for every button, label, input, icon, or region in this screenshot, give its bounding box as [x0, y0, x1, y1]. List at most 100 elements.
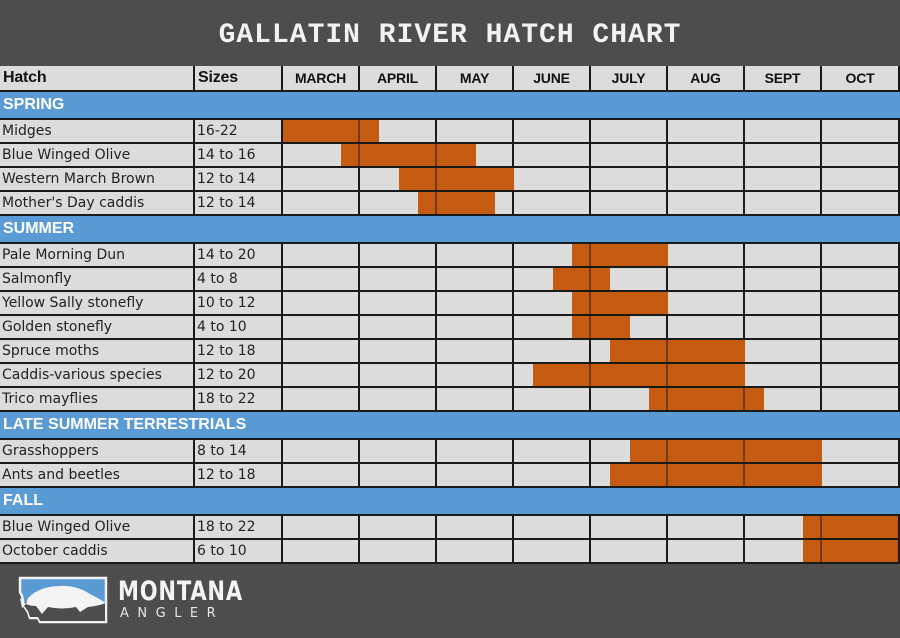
month-cell-oct [822, 168, 900, 192]
hatch-sizes-cell: 8 to 14 [195, 440, 283, 464]
month-cell-sept [745, 316, 822, 340]
month-cell-june [514, 464, 591, 488]
month-divider [589, 292, 591, 314]
month-cell-may [437, 120, 514, 144]
month-cell-march [283, 168, 360, 192]
hatch-row: Salmonfly 4 to 8 [0, 268, 900, 292]
month-divider [358, 120, 360, 142]
hatch-sizes: 4 to 8 [197, 271, 238, 287]
hatch-name: October caddis [2, 543, 108, 559]
hatch-sizes-cell: 4 to 8 [195, 268, 283, 292]
month-cell-april [360, 364, 437, 388]
month-cell-aug [668, 144, 745, 168]
month-divider [666, 364, 668, 386]
month-cell-oct [822, 316, 900, 340]
hatch-sizes-cell: 12 to 20 [195, 364, 283, 388]
hatch-period-bar [610, 464, 822, 486]
month-cell-oct [822, 244, 900, 268]
header-row: Hatch Sizes MARCH APRIL MAY JUNE JULY AUG SEPT OC… [0, 66, 900, 92]
month-cell-sept [745, 340, 822, 364]
month-cell-march [283, 192, 360, 216]
month-cell-april [360, 244, 437, 268]
month-cell-aug [668, 120, 745, 144]
column-header-sizes: Sizes [195, 66, 283, 92]
month-divider [820, 516, 822, 538]
month-cell-march [283, 316, 360, 340]
month-cell-aug [668, 292, 745, 316]
month-divider [666, 440, 668, 462]
logo-wordmark-montana: MONTANA [118, 576, 243, 607]
hatch-period-bar [571, 292, 668, 314]
hatch-name-cell: Salmonfly [0, 268, 195, 292]
month-divider [358, 144, 360, 166]
hatch-row: Mother's Day caddis 12 to 14 [0, 192, 900, 216]
month-cell-oct [822, 120, 900, 144]
month-cell-oct [822, 440, 900, 464]
month-cell-july [591, 540, 668, 564]
month-cell-oct [822, 340, 900, 364]
hatch-sizes-cell: 12 to 14 [195, 168, 283, 192]
hatch-row: Grasshoppers 8 to 14 [0, 440, 900, 464]
hatch-row: Blue Winged Olive 14 to 16 [0, 144, 900, 168]
montana-angler-logo: MONTANA ANGLER [18, 576, 242, 626]
month-divider [666, 464, 668, 486]
month-cell-aug [668, 516, 745, 540]
month-divider [743, 388, 745, 410]
month-cell-sept [745, 292, 822, 316]
hatch-sizes: 4 to 10 [197, 319, 247, 335]
month-cell-june [514, 144, 591, 168]
month-cell-april [360, 464, 437, 488]
month-cell-july [591, 144, 668, 168]
hatch-row: Ants and beetles 12 to 18 [0, 464, 900, 488]
hatch-sizes: 12 to 14 [197, 171, 256, 187]
month-cell-march [283, 292, 360, 316]
month-cell-june [514, 120, 591, 144]
hatch-sizes: 14 to 20 [197, 247, 256, 263]
month-cell-june [514, 340, 591, 364]
month-divider [589, 316, 591, 338]
month-cell-oct [822, 268, 900, 292]
column-header-label: APRIL [376, 70, 418, 86]
month-cell-april [360, 316, 437, 340]
month-cell-april [360, 292, 437, 316]
month-cell-april [360, 388, 437, 412]
hatch-sizes: 12 to 18 [197, 343, 256, 359]
column-header-may: MAY [437, 66, 514, 92]
month-cell-oct [822, 144, 900, 168]
hatch-name: Golden stonefly [2, 319, 113, 335]
month-cell-aug [668, 192, 745, 216]
hatch-table: Hatch Sizes MARCH APRIL MAY JUNE JULY AUG SEPT OC… [0, 66, 900, 564]
month-cell-may [437, 464, 514, 488]
column-header-label: OCT [845, 70, 875, 86]
hatch-name: Salmonfly [2, 271, 72, 287]
hatch-sizes-cell: 4 to 10 [195, 316, 283, 340]
hatch-period-bar [417, 192, 495, 214]
month-cell-aug [668, 168, 745, 192]
month-cell-may [437, 516, 514, 540]
month-cell-oct [822, 464, 900, 488]
hatch-name-cell: Caddis-various species [0, 364, 195, 388]
month-cell-sept [745, 244, 822, 268]
month-cell-march [283, 364, 360, 388]
month-cell-may [437, 292, 514, 316]
month-cell-sept [745, 192, 822, 216]
column-header-june: JUNE [514, 66, 591, 92]
section-header-summer: SUMMER [0, 216, 900, 244]
hatch-sizes: 10 to 12 [197, 295, 256, 311]
month-divider [435, 192, 437, 214]
section-header-fall: FALL [0, 488, 900, 516]
hatch-period-bar [571, 316, 630, 338]
column-header-label: JULY [611, 70, 646, 86]
month-cell-may [437, 440, 514, 464]
hatch-sizes: 12 to 14 [197, 195, 256, 211]
hatch-sizes-cell: 18 to 22 [195, 516, 283, 540]
month-divider [435, 168, 437, 190]
month-divider [666, 340, 668, 362]
hatch-sizes-cell: 18 to 22 [195, 388, 283, 412]
hatch-name: Midges [2, 123, 52, 139]
month-cell-may [437, 340, 514, 364]
month-cell-aug [668, 540, 745, 564]
hatch-name-cell: Grasshoppers [0, 440, 195, 464]
column-header-label: Sizes [198, 69, 238, 86]
month-cell-june [514, 192, 591, 216]
